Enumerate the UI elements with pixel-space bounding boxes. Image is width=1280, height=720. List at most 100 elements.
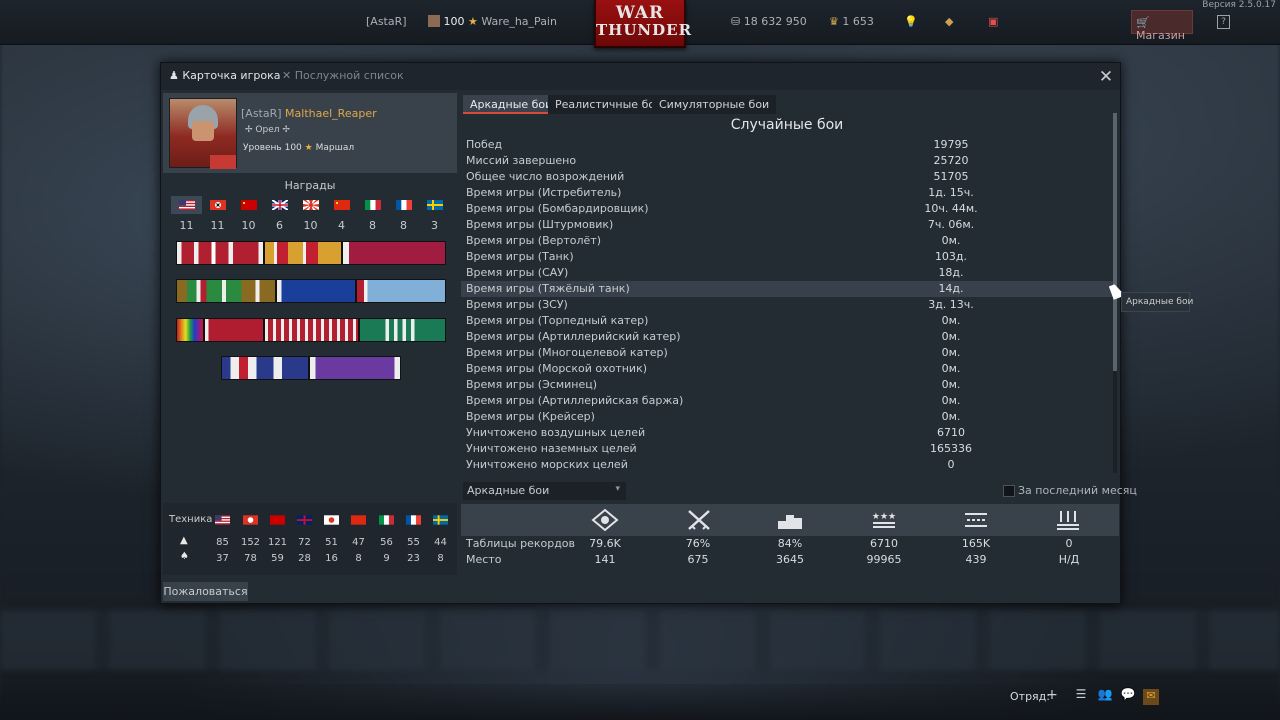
stat-label: Время игры (Истребитель) <box>466 186 622 199</box>
award-flag-ussr[interactable] <box>233 196 264 214</box>
add-squad-icon[interactable]: + <box>1044 687 1060 703</box>
mode-select-dropdown[interactable]: Аркадные бои ▾ <box>463 482 626 500</box>
window-header: ♟ Карточка игрока ✕ Послужной список ✕ <box>161 63 1120 90</box>
vehicle-count: 8 <box>355 553 362 564</box>
mail-icon[interactable]: ✉ <box>1143 689 1159 705</box>
help-button[interactable]: ? <box>1217 15 1230 29</box>
stat-row-hovered[interactable]: Время игры (Тяжёлый танк) 14д. <box>461 281 1113 297</box>
crossed-swords-icon[interactable] <box>684 508 714 532</box>
naval-kills-icon[interactable] <box>1053 508 1083 532</box>
award-flag-italy[interactable] <box>357 196 388 214</box>
vehicle-count: 72 <box>298 537 311 548</box>
award-flag-sweden[interactable] <box>419 196 450 214</box>
silver-lions-icon: ⛁ <box>731 15 741 28</box>
tab-service-record-label: Послужной список <box>294 69 404 82</box>
stats-table: Побед 19795 Миссий завершено 25720 Общее ч… <box>461 137 1113 473</box>
award-ribbon[interactable] <box>176 241 264 265</box>
shop-button[interactable]: 🛒Магазин <box>1131 10 1193 42</box>
tab-arcade[interactable]: Аркадные бои <box>463 95 560 114</box>
award-ribbon[interactable] <box>276 279 356 303</box>
award-flag-usa[interactable] <box>171 196 202 214</box>
stat-row: Время игры (Торпедный катер) 0м. <box>461 313 1113 329</box>
lightbulb-icon[interactable]: 💡 <box>904 15 918 28</box>
stat-value: 14д. <box>938 282 964 295</box>
stat-row: Время игры (Истребитель) 1д. 15ч. <box>461 185 1113 201</box>
japan-flag-icon <box>302 200 319 210</box>
mode-select-value: Аркадные бои <box>467 484 550 497</box>
award-ribbon[interactable] <box>204 318 264 342</box>
usa-flag-icon <box>178 200 195 210</box>
close-icon[interactable]: ✕ <box>1098 67 1114 87</box>
stat-value: 0м. <box>941 410 961 423</box>
vehicle-count: 44 <box>434 537 447 548</box>
tab-player-card[interactable]: ♟ Карточка игрока <box>169 69 280 82</box>
vehicle-count: 37 <box>216 553 229 564</box>
profile-clan-tag[interactable]: [AstaR] <box>241 107 282 120</box>
scrollbar-thumb[interactable] <box>1113 113 1117 371</box>
record-value: 0 <box>1065 537 1073 550</box>
award-ribbon[interactable] <box>176 279 276 303</box>
stat-row: Время игры (Вертолёт) 0м. <box>461 233 1113 249</box>
tab-simulator[interactable]: Симуляторные бои <box>652 95 777 114</box>
award-ribbon[interactable] <box>356 279 446 303</box>
leaderboard-score-icon[interactable] <box>590 508 620 532</box>
golden-eagles-balance[interactable]: ♛ 1 653 <box>829 15 874 28</box>
player-rank: Маршал <box>315 143 355 153</box>
stat-value: 0м. <box>941 394 961 407</box>
svg-text:★★★: ★★★ <box>872 512 896 522</box>
award-ribbon[interactable] <box>176 318 204 342</box>
records-header: ★★★ <box>461 504 1119 536</box>
silver-lions-balance[interactable]: ⛁ 18 632 950 <box>731 15 807 28</box>
stat-row: Время игры (Крейсер) 0м. <box>461 409 1113 425</box>
award-ribbon[interactable] <box>264 241 342 265</box>
war-thunder-logo[interactable]: WAR THUNDER <box>594 0 691 48</box>
award-flag-britain[interactable] <box>264 196 295 214</box>
award-ribbon[interactable] <box>221 356 309 380</box>
chat-icon[interactable]: 💬 <box>1120 687 1136 701</box>
award-flag-japan[interactable] <box>295 196 326 214</box>
award-ribbon[interactable] <box>309 356 401 380</box>
records-row-label: Место <box>466 553 502 566</box>
stat-value: 0м. <box>941 330 961 343</box>
top-bar: Версия 2.5.0.17 [AstaR] 100 ★ Ware_ha_Pa… <box>0 0 1280 48</box>
vehicle-count: 55 <box>407 537 420 548</box>
records-row-label: Таблицы рекордов <box>466 537 576 550</box>
list-icon[interactable]: ☰ <box>1073 687 1089 701</box>
award-flag-china[interactable] <box>326 196 357 214</box>
vehicle-count: 78 <box>244 553 257 564</box>
stat-label: Время игры (ЗСУ) <box>466 298 568 311</box>
avatar[interactable] <box>169 98 237 169</box>
air-kills-stars-icon[interactable]: ★★★ <box>869 508 899 532</box>
player-title: ✢ Орел ✢ <box>245 125 290 135</box>
stat-label: Время игры (Бомбардировщик) <box>466 202 649 215</box>
award-flag-france[interactable] <box>388 196 419 214</box>
vehicle-count: 8 <box>437 553 444 564</box>
award-ribbon[interactable] <box>342 241 446 265</box>
ground-kills-icon[interactable] <box>961 508 991 532</box>
record-value: 3645 <box>776 553 804 566</box>
podium-icon[interactable] <box>775 508 805 532</box>
last-month-checkbox[interactable] <box>1003 485 1015 497</box>
award-ribbon[interactable] <box>264 318 359 342</box>
stat-row: Общее число возрождений 51705 <box>461 169 1113 185</box>
chest-icon[interactable]: ◆ <box>945 15 953 28</box>
complain-button[interactable]: Пожаловаться <box>163 582 248 601</box>
silver-lions-value: 18 632 950 <box>743 15 807 28</box>
vehicles-summary: Техника ▲ 85 152 121 72 51 47 56 55 44 ♠… <box>163 503 457 575</box>
stat-value: 0м. <box>941 362 961 375</box>
coupon-icon[interactable]: ▣ <box>988 15 998 28</box>
award-flag-germany[interactable] <box>202 196 233 214</box>
tab-service-record[interactable]: ✕ Послужной список <box>282 69 404 82</box>
top-clan-tag[interactable]: [AstaR] <box>366 15 407 28</box>
section-title: Случайные бои <box>730 117 844 133</box>
stat-label: Время игры (Торпедный катер) <box>466 314 649 327</box>
avatar-mini-icon <box>428 15 440 27</box>
stat-row: Уничтожено воздушных целей 6710 <box>461 425 1113 441</box>
record-value: 165K <box>961 537 991 550</box>
top-level-value: 100 <box>443 15 465 28</box>
award-count: 8 <box>369 219 376 232</box>
friends-icon[interactable]: 👥 <box>1097 687 1113 701</box>
award-ribbon[interactable] <box>359 318 446 342</box>
records-row-place: Место 141 675 3645 99965 439 Н/Д <box>461 552 1119 568</box>
top-player-info[interactable]: 100 ★ Ware_ha_Pain <box>428 15 557 28</box>
